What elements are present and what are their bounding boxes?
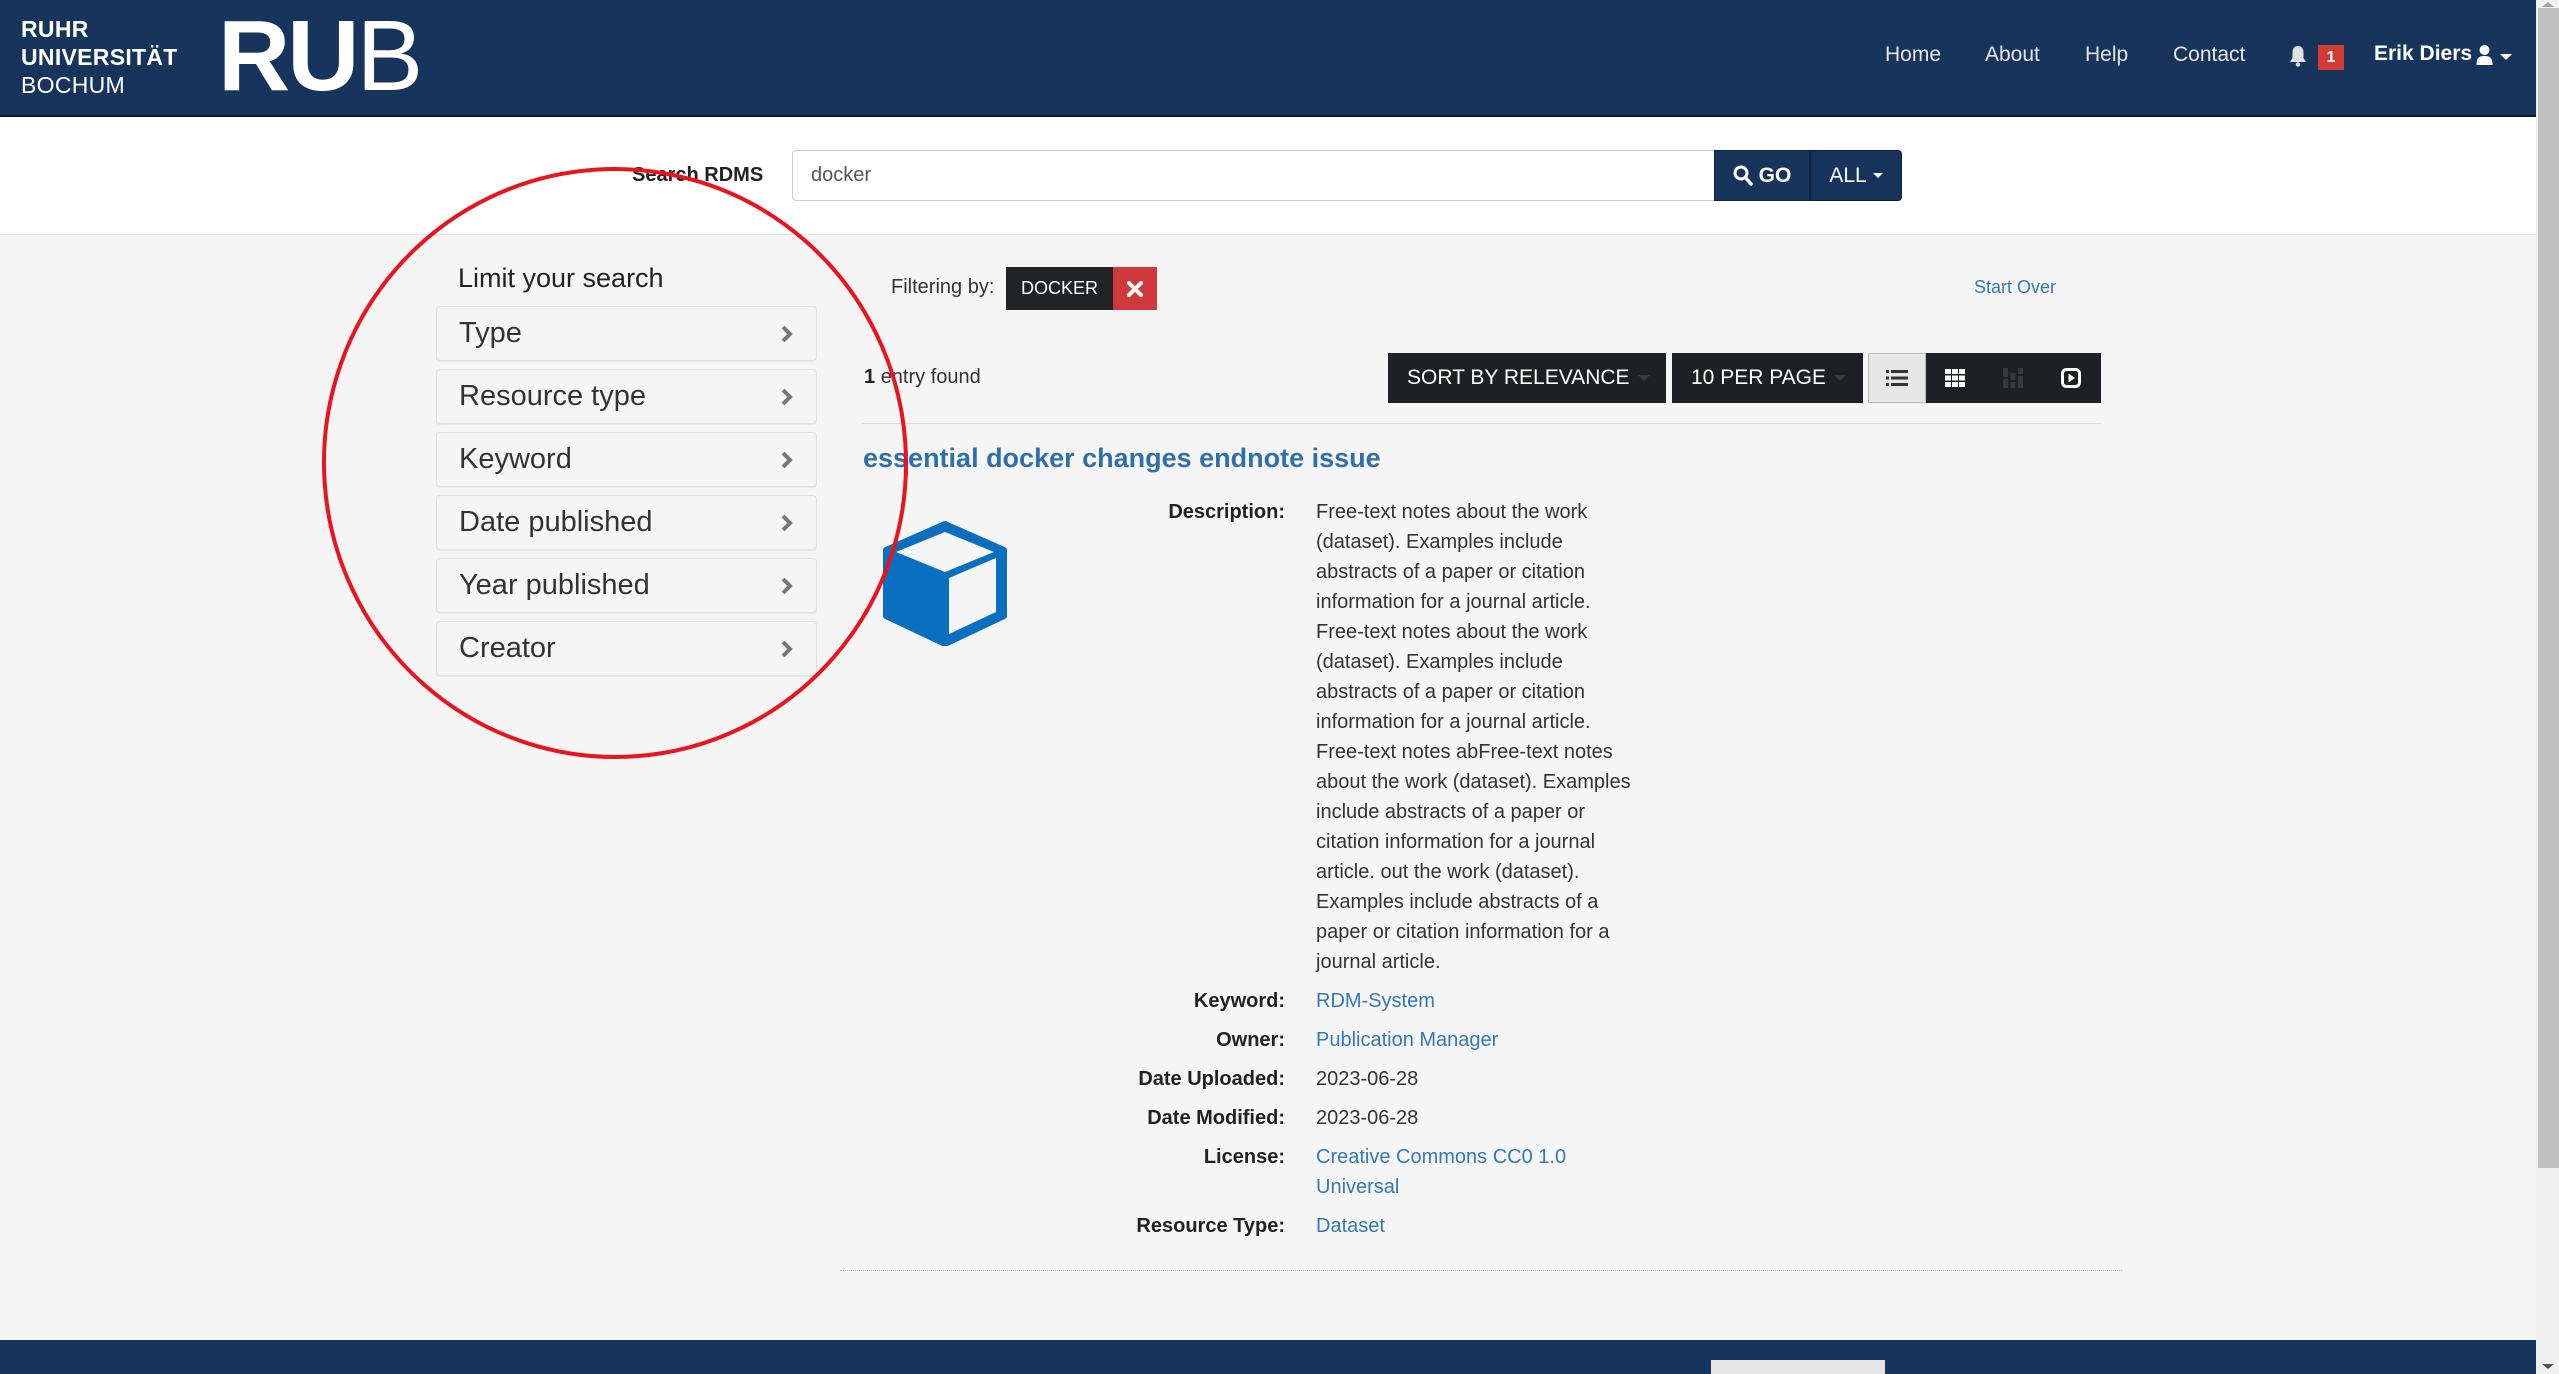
meta-key: Keyword:: [1193, 990, 1285, 1012]
slideshow-view-button[interactable]: [2042, 353, 2100, 403]
meta-keyword: Keyword: RDM-System: [1100, 986, 1700, 1016]
top-navbar: RUHR UNIVERSITÄT BOCHUM RUB Home About H…: [0, 0, 2536, 117]
sort-dropdown[interactable]: SORT BY RELEVANCE: [1388, 353, 1666, 403]
owner-link[interactable]: Publication Manager: [1316, 1029, 1498, 1051]
results-count: 1 entry found: [864, 366, 981, 389]
result-divider: [840, 1270, 2122, 1271]
logo-line-3: BOCHUM: [21, 72, 126, 98]
scrollbar-thumb[interactable]: [2538, 8, 2559, 1168]
notification-count-badge[interactable]: 1: [2318, 45, 2344, 70]
facet-label: Keyword: [459, 443, 572, 475]
chevron-right-icon: [781, 577, 793, 594]
date-modified-value: 2023-06-28: [1316, 1107, 1419, 1129]
user-icon: [2476, 45, 2493, 65]
footer: [0, 1340, 2536, 1374]
user-menu-caret-icon[interactable]: [2500, 54, 2512, 60]
results-count-number: 1: [864, 366, 876, 388]
play-square-icon: [2061, 368, 2081, 388]
results-count-suffix: entry found: [880, 366, 981, 388]
masonry-icon: [2003, 368, 2023, 388]
result-metadata: Description: Free-text notes about the w…: [1100, 497, 1700, 1250]
sort-label: SORT BY RELEVANCE: [1407, 366, 1630, 389]
meta-date-modified: Date Modified: 2023-06-28: [1100, 1103, 1700, 1133]
results-divider: [862, 423, 2101, 424]
per-page-label: 10 PER PAGE: [1691, 366, 1827, 389]
meta-key: License:: [1203, 1146, 1285, 1168]
chevron-down-icon: [1872, 173, 1883, 178]
chevron-right-icon: [781, 451, 793, 468]
footer-element: [1711, 1360, 1885, 1374]
search-go-button[interactable]: GO: [1714, 150, 1810, 201]
keyword-link[interactable]: RDM-System: [1316, 990, 1435, 1012]
rub-logo-mark[interactable]: RUB: [218, 6, 423, 106]
nav-home[interactable]: Home: [1885, 43, 1941, 67]
meta-key: Date Modified:: [1147, 1107, 1285, 1129]
meta-key: Description:: [1168, 501, 1285, 523]
remove-filter-button[interactable]: [1113, 267, 1157, 310]
facet-year-published[interactable]: Year published: [436, 558, 817, 613]
nav-about[interactable]: About: [1985, 43, 2040, 67]
search-icon: [1733, 165, 1753, 186]
description-value: Free-text notes about the work (dataset)…: [1316, 501, 1631, 973]
date-uploaded-value: 2023-06-28: [1316, 1068, 1419, 1090]
meta-key: Date Uploaded:: [1138, 1068, 1285, 1090]
chevron-right-icon: [781, 388, 793, 405]
user-menu-name[interactable]: Erik Diers: [2374, 42, 2472, 66]
meta-description: Description: Free-text notes about the w…: [1100, 497, 1700, 977]
search-input[interactable]: [792, 150, 1715, 201]
scope-label: ALL: [1829, 163, 1867, 187]
masonry-view-button[interactable]: [1984, 353, 2042, 403]
facet-type[interactable]: Type: [436, 306, 817, 361]
meta-owner: Owner: Publication Manager: [1100, 1025, 1700, 1055]
logo-mark-light: B: [356, 0, 423, 112]
chevron-right-icon: [781, 514, 793, 531]
facet-label: Date published: [459, 506, 653, 538]
active-filter-chip: DOCKER: [1006, 267, 1113, 310]
chevron-right-icon: [781, 325, 793, 342]
facets-heading: Limit your search: [458, 263, 664, 293]
bell-icon[interactable]: [2289, 45, 2307, 67]
nav-help[interactable]: Help: [2085, 43, 2128, 67]
facet-creator[interactable]: Creator: [436, 621, 817, 676]
filtering-by-label: Filtering by:: [891, 276, 995, 298]
close-icon: [1127, 280, 1143, 297]
facet-resource-type[interactable]: Resource type: [436, 369, 817, 424]
per-page-dropdown[interactable]: 10 PER PAGE: [1672, 353, 1863, 403]
logo-mark-bold: RU: [218, 0, 359, 112]
page-scrollbar[interactable]: [2536, 0, 2559, 1374]
facet-label: Creator: [459, 632, 556, 664]
facet-label: Type: [459, 317, 522, 349]
facet-keyword[interactable]: Keyword: [436, 432, 817, 487]
logo-line-2: UNIVERSITÄT: [21, 44, 178, 70]
license-link[interactable]: Creative Commons CC0 1.0 Universal: [1316, 1146, 1566, 1198]
meta-license: License: Creative Commons CC0 1.0 Univer…: [1100, 1142, 1700, 1202]
nav-contact[interactable]: Contact: [2173, 43, 2245, 67]
university-logo-text[interactable]: RUHR UNIVERSITÄT BOCHUM: [21, 15, 178, 99]
facet-date-published[interactable]: Date published: [436, 495, 817, 550]
chevron-down-icon: [1637, 375, 1650, 381]
list-icon: [1886, 370, 1908, 386]
logo-line-1: RUHR: [21, 16, 89, 42]
resource-type-link[interactable]: Dataset: [1316, 1215, 1385, 1237]
go-label: GO: [1758, 163, 1792, 187]
view-toggle-group: [1868, 353, 2101, 403]
scroll-down-arrow-icon[interactable]: [2542, 1364, 2554, 1369]
start-over-link[interactable]: Start Over: [1974, 277, 2056, 298]
list-view-button[interactable]: [1868, 353, 1926, 403]
search-label: Search RDMS: [632, 164, 764, 186]
result-title-link[interactable]: essential docker changes endnote issue: [863, 443, 1381, 474]
chevron-right-icon: [781, 640, 793, 657]
chevron-down-icon: [1834, 375, 1847, 381]
meta-key: Resource Type:: [1136, 1215, 1285, 1237]
meta-key: Owner:: [1216, 1029, 1285, 1051]
grid-icon: [1945, 369, 1965, 387]
meta-date-uploaded: Date Uploaded: 2023-06-28: [1100, 1064, 1700, 1094]
gallery-view-button[interactable]: [1926, 353, 1984, 403]
facet-label: Resource type: [459, 380, 646, 412]
search-scope-dropdown[interactable]: ALL: [1810, 150, 1902, 201]
scroll-up-arrow-icon[interactable]: [2542, 2, 2554, 7]
facet-label: Year published: [459, 569, 650, 601]
cube-icon[interactable]: [882, 520, 1009, 646]
meta-resource-type: Resource Type: Dataset: [1100, 1211, 1700, 1241]
